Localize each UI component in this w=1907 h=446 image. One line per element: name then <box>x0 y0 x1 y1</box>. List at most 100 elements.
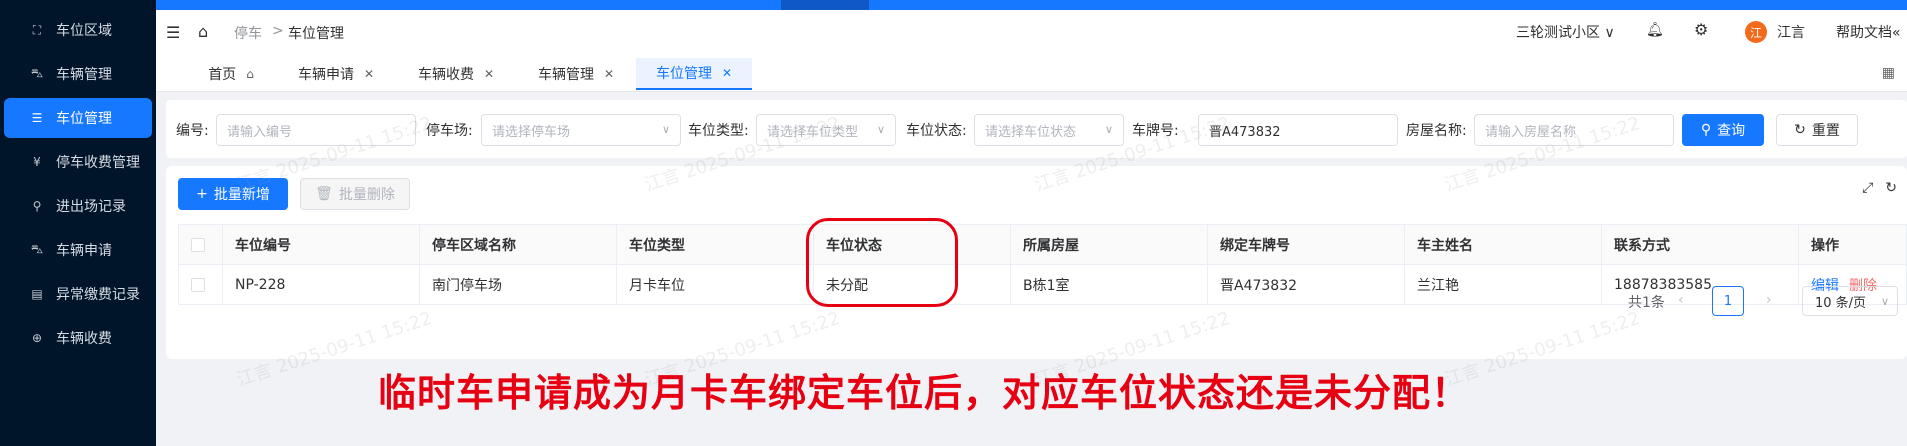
batch-add-button[interactable]: + 批量新增 <box>178 178 288 210</box>
sidebar-item-parking-space-management[interactable]: ☰ 车位管理 <box>4 98 152 138</box>
tab-home[interactable]: 首页 ⌂ <box>186 58 276 90</box>
refresh-icon: ↻ <box>1794 122 1806 138</box>
next-page-icon[interactable]: › <box>1766 292 1772 308</box>
chevron-down-icon: ∨ <box>876 123 885 136</box>
avatar[interactable]: 江 <box>1745 21 1767 43</box>
query-label: 查询 <box>1717 123 1746 139</box>
page-size-select[interactable]: 10 条/页 ∨ <box>1802 286 1898 316</box>
column-header: 联系方式 <box>1601 224 1799 265</box>
column-header: 车主姓名 <box>1404 224 1602 265</box>
plate-label: 车牌号: <box>1132 123 1179 139</box>
sidebar-item-label: 车位区域 <box>56 23 112 39</box>
tab-label: 车辆管理 <box>537 67 594 83</box>
select-all-checkbox[interactable] <box>191 237 205 252</box>
close-icon[interactable]: ✕ <box>364 67 374 81</box>
house-input[interactable]: 请输入房屋名称 <box>1474 114 1674 146</box>
parking-icon: ☰ <box>31 111 43 125</box>
tab-vehicle-charge[interactable]: 车辆收费 ✕ <box>396 58 516 90</box>
sidebar-item-label: 进出场记录 <box>56 199 126 215</box>
prev-page-icon[interactable]: ‹ <box>1678 292 1684 308</box>
gear-icon[interactable]: ⚙ <box>1694 20 1708 39</box>
search-icon: ⚲ <box>1700 122 1712 138</box>
trash-icon: 🗑︎ <box>315 186 333 202</box>
close-icon[interactable]: ✕ <box>604 67 614 81</box>
sidebar-item-vehicle-application[interactable]: ⛍ 车辆申请 <box>4 230 152 270</box>
sidebar-item-label: 车位管理 <box>56 111 112 127</box>
row-checkbox[interactable] <box>191 277 205 292</box>
table-card: + 批量新增 🗑︎ 批量删除 ⤢ ↻ 车位编号 停车区域名称 车位类型 车位状态 … <box>166 166 1907 359</box>
grid-icon[interactable]: ▦ <box>1882 65 1895 81</box>
sidebar-item-vehicle-charge[interactable]: ⊕ 车辆收费 <box>4 318 152 358</box>
column-header: 停车区域名称 <box>419 224 617 265</box>
tab-label: 车位管理 <box>655 66 712 82</box>
fullscreen-icon[interactable]: ⤢ <box>1862 180 1873 196</box>
query-button[interactable]: ⚲ 查询 <box>1682 114 1764 146</box>
reset-label: 重置 <box>1811 123 1840 139</box>
type-label: 车位类型: <box>688 123 749 139</box>
column-header: 绑定车牌号 <box>1207 224 1405 265</box>
chevron-down-icon: ∨ <box>1880 294 1889 308</box>
type-select[interactable]: 请选择车位类型 ∨ <box>756 114 896 146</box>
code-input[interactable]: 请输入编号 <box>216 114 416 146</box>
community-name: 三轮测试小区 <box>1516 25 1600 41</box>
header: ☰ ⌂ 停车 > 车位管理 三轮测试小区 ∨ 🔔︎ ⚙ 江 江言 帮助文档« <box>156 10 1907 54</box>
pagination-total: 共1条 <box>1628 295 1665 311</box>
status-highlight-ellipse <box>806 218 958 307</box>
area-icon: ⛶ <box>32 22 42 37</box>
house-label: 房屋名称: <box>1406 123 1467 139</box>
table-header-row: 车位编号 停车区域名称 车位类型 车位状态 所属房屋 绑定车牌号 车主姓名 联系… <box>178 224 1907 265</box>
tab-vehicle-management[interactable]: 车辆管理 ✕ <box>516 58 636 90</box>
refresh-icon[interactable]: ↻ <box>1885 180 1897 196</box>
breadcrumb-parent[interactable]: 停车 <box>234 23 262 43</box>
sidebar-item-parking-fee-management[interactable]: ¥ 停车收费管理 <box>4 142 152 182</box>
batch-delete-label: 批量删除 <box>338 187 395 203</box>
help-docs-link[interactable]: 帮助文档« <box>1836 22 1901 42</box>
sidebar-item-label: 车辆管理 <box>56 67 112 83</box>
sidebar-item-label: 车辆收费 <box>56 331 112 347</box>
close-icon[interactable]: ✕ <box>484 67 494 81</box>
apply-icon: ⛍ <box>30 242 44 256</box>
community-selector[interactable]: 三轮测试小区 ∨ <box>1516 22 1615 42</box>
car-icon: ⛍ <box>30 66 44 80</box>
annotation-text: 临时车申请成为月卡车绑定车位后，对应车位状态还是未分配！ <box>378 371 1471 415</box>
chevron-down-icon: ∨ <box>661 123 670 136</box>
reset-button[interactable]: ↻ 重置 <box>1776 114 1858 146</box>
close-icon[interactable]: ✕ <box>722 66 732 80</box>
fee-icon: ¥ <box>33 155 41 169</box>
status-label: 车位状态: <box>906 123 967 139</box>
cell-plate: 晋A473832 <box>1207 264 1405 305</box>
column-header: 车位编号 <box>222 224 420 265</box>
tab-parking-space-management[interactable]: 车位管理 ✕ <box>636 58 752 90</box>
sidebar-item-entry-exit-records[interactable]: ⚲ 进出场记录 <box>4 186 152 226</box>
row-select-cell <box>178 264 223 305</box>
chevron-down-icon: ∨ <box>1604 25 1615 41</box>
abnormal-icon: ▤ <box>31 287 43 301</box>
cell-area: 南门停车场 <box>419 264 617 305</box>
search-form: 编号: 请输入编号 停车场: 请选择停车场 ∨ 车位类型: 请选择车位类型 ∨ … <box>166 100 1907 158</box>
bell-icon[interactable]: 🔔︎ <box>1646 22 1664 38</box>
sidebar: ⛶ 车位区域 ⛍ 车辆管理 ☰ 车位管理 ¥ 停车收费管理 ⚲ 进出场记录 ⛍ … <box>0 0 156 446</box>
sidebar-item-parking-area[interactable]: ⛶ 车位区域 <box>4 10 152 50</box>
status-select[interactable]: 请选择车位状态 ∨ <box>974 114 1124 146</box>
tab-label: 车辆收费 <box>417 67 474 83</box>
code-label: 编号: <box>176 123 209 139</box>
lot-label: 停车场: <box>426 123 473 139</box>
menu-fold-icon[interactable]: ☰ <box>166 23 180 42</box>
collapse-icon: « <box>1892 25 1901 41</box>
sidebar-item-label: 车辆申请 <box>56 243 112 259</box>
tab-bar: 首页 ⌂ 车辆申请 ✕ 车辆收费 ✕ 车辆管理 ✕ 车位管理 ✕ ▦ <box>156 54 1907 92</box>
status-select-placeholder: 请选择车位状态 <box>985 124 1077 140</box>
home-icon[interactable]: ⌂ <box>198 22 208 41</box>
top-progress-strip <box>156 0 1907 10</box>
plate-input[interactable]: 晋A473832 <box>1198 114 1398 146</box>
tab-vehicle-application[interactable]: 车辆申请 ✕ <box>276 58 396 90</box>
chevron-down-icon: ∨ <box>1104 123 1113 136</box>
page-number-current[interactable]: 1 <box>1712 286 1744 316</box>
cell-type: 月卡车位 <box>616 264 814 305</box>
sidebar-item-abnormal-payment[interactable]: ▤ 异常缴费记录 <box>4 274 152 314</box>
sidebar-item-vehicle-management[interactable]: ⛍ 车辆管理 <box>4 54 152 94</box>
batch-delete-button[interactable]: 🗑︎ 批量删除 <box>300 178 410 210</box>
user-name[interactable]: 江言 <box>1777 22 1805 42</box>
page-size-label: 10 条/页 <box>1815 295 1867 311</box>
lot-select[interactable]: 请选择停车场 ∨ <box>481 114 681 146</box>
